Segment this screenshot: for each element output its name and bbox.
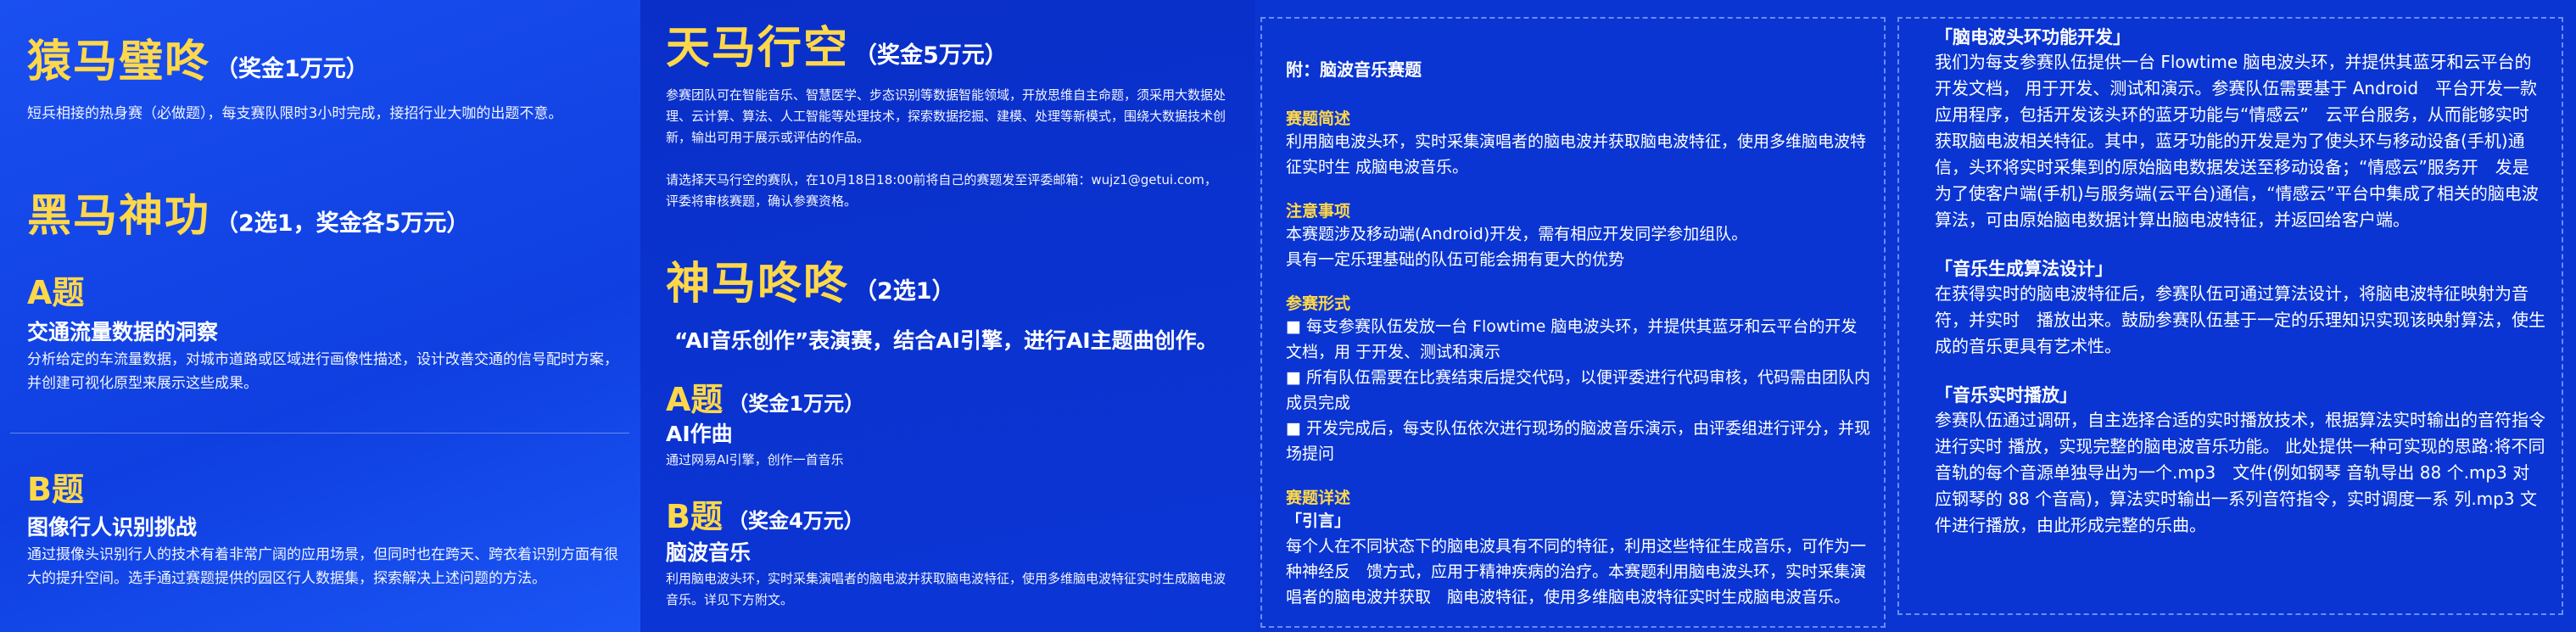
appendix-content: 附：脑波音乐赛题 赛题简述 利用脑电波头环，实时采集演唱者的脑电波并获取脑电波特… — [1286, 56, 1871, 610]
notes-heading: 注意事项 — [1286, 202, 1351, 221]
intro-body: 利用脑电波头环，实时采集演唱者的脑电波并获取脑电波特征，使用多维脑电波特征实时生… — [1286, 132, 1867, 176]
notes-item-1: 本赛题涉及移动端(Android)开发，需有相应开发同学参加组队。 — [1286, 225, 1748, 243]
heima-b-name: 图像行人识别挑战 — [27, 515, 198, 540]
heima-a-desc: 分析给定的车流量数据，对城市道路或区域进行画像性描述，设计改善交通的信号配时方案… — [27, 351, 618, 392]
appendix-title: 附：脑波音乐赛题 — [1286, 59, 1422, 80]
shenma-b-name: 脑波音乐 — [666, 540, 752, 565]
heima-a-name: 交通流量数据的洞察 — [27, 320, 219, 344]
shenma-title: 神马咚咚 （2选1） — [666, 259, 955, 310]
tianma-prize: （奖金5万元） — [854, 42, 1008, 69]
heima-title: 黑马神功 （2选1，奖金各5万元） — [27, 191, 470, 242]
shenma-a-name: AI作曲 — [666, 422, 733, 446]
shenma-select: （2选1） — [854, 278, 955, 305]
preface-heading: 「引言」 — [1286, 512, 1351, 530]
preface-body: 每个人在不同状态下的脑电波具有不同的特征，利用这些特征生成音乐，可作为一种神经反… — [1286, 537, 1867, 607]
tianma-note: 请选择天马行空的赛队，在10月18日18:00前将自己的赛题发至评委邮箱：wuj… — [666, 172, 1217, 209]
tianma-title: 天马行空 （奖金5万元） — [666, 23, 1008, 74]
detail-heading: 赛题详述 — [1286, 489, 1351, 507]
form-item-3: ■ 开发完成后，每支队伍依次进行现场的脑波音乐演示，由评委组进行评分，并现场提问 — [1286, 419, 1870, 463]
form-heading: 参赛形式 — [1286, 294, 1351, 313]
func-body: 我们为每支参赛队伍提供一台 Flowtime 脑电波头环，并提供其蓝牙和云平台的… — [1935, 52, 2539, 230]
shenma-tagline: “AI音乐创作”表演赛，结合AI引擎，进行AI主题曲创作。 — [674, 328, 1218, 353]
yuanma-desc: 短兵相接的热身赛（必做题），每支赛队限时3小时完成，接招行业大咖的出题不意。 — [27, 105, 563, 122]
notes-item-2: 具有一定乐理基础的队伍可能会拥有更大的优势 — [1286, 250, 1625, 269]
panel-appendix: 附：脑波音乐赛题 赛题简述 利用脑电波头环，实时采集演唱者的脑电波并获取脑电波特… — [1255, 0, 1897, 632]
shenma-a-title: A题 （奖金1万元） — [666, 381, 865, 418]
heima-a-title: A题 — [27, 274, 85, 311]
algo-heading: 「音乐生成算法设计」 — [1935, 259, 2113, 279]
panel-details: 「脑电波头环功能开发」 我们为每支参赛队伍提供一台 Flowtime 脑电波头环… — [1897, 0, 2576, 632]
heima-b-title: B题 — [27, 471, 84, 508]
tianma-desc: 参赛团队可在智能音乐、智慧医学、步态识别等数据智能领域，开放思维自主命题，须采用… — [666, 87, 1227, 145]
yuanma-title: 猿马璧咚 （奖金1万元） — [27, 36, 369, 87]
play-heading: 「音乐实时播放」 — [1935, 385, 2077, 405]
yuanma-prize: （奖金1万元） — [215, 56, 369, 82]
algo-body: 在获得实时的脑电波特征后，参赛队伍可通过算法设计，将脑电波特征映射为音符，并实时… — [1935, 283, 2545, 356]
play-body: 参赛队伍通过调研，自主选择合适的实时播放技术，根据算法实时输出的音符指令进行实时… — [1935, 410, 2545, 535]
form-item-2: ■ 所有队伍需要在比赛结束后提交代码，以便评委进行代码审核，代码需由团队内成员完… — [1286, 368, 1870, 412]
panel-yuanma-heima: 猿马璧咚 （奖金1万元） 短兵相接的热身赛（必做题），每支赛队限时3小时完成，接招… — [0, 0, 640, 632]
shenma-b-desc: 利用脑电波头环，实时采集演唱者的脑电波并获取脑电波特征，使用多维脑电波特征实时生… — [666, 571, 1227, 607]
intro-heading: 赛题简述 — [1286, 109, 1351, 128]
shenma-b-title: B题 （奖金4万元） — [666, 498, 864, 535]
func-heading: 「脑电波头环功能开发」 — [1935, 27, 2131, 48]
shenma-a-prize: （奖金1万元） — [728, 392, 865, 416]
shenma-a-desc: 通过网易AI引擎，创作一首音乐 — [666, 452, 844, 467]
panel-tianma-shenma: 天马行空 （奖金5万元） 参赛团队可在智能音乐、智慧医学、步态识别等数据智能领域，… — [640, 0, 1255, 632]
heima-b-desc: 通过摄像头识别行人的技术有着非常广阔的应用场景，但同时也在跨天、跨衣着识别方面有… — [27, 546, 618, 587]
heima-prize: （2选1，奖金各5万元） — [215, 210, 470, 237]
form-item-1: ■ 每支参赛队伍发放一台 Flowtime 脑电波头环，并提供其蓝牙和云平台的开… — [1286, 317, 1858, 361]
details-content: 「脑电波头环功能开发」 我们为每支参赛队伍提供一台 Flowtime 脑电波头环… — [1935, 24, 2545, 539]
shenma-b-prize: （奖金4万元） — [727, 509, 864, 533]
